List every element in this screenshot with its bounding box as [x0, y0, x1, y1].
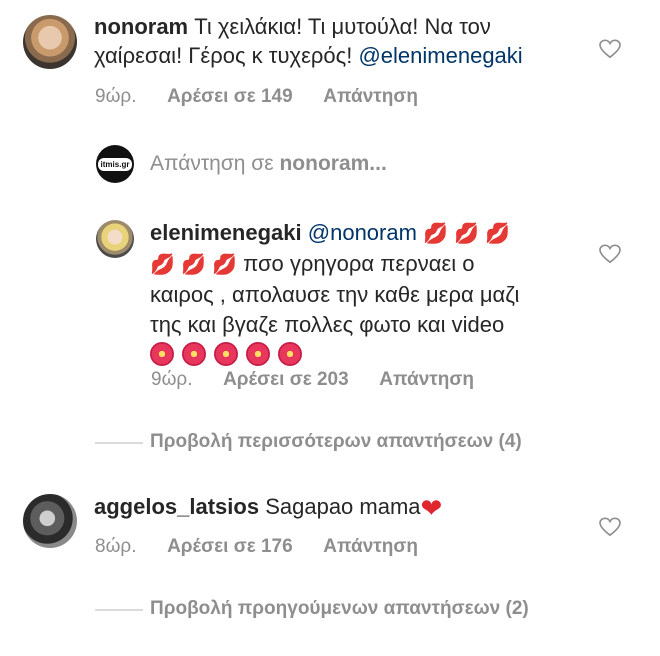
thread-divider [95, 609, 143, 611]
red-heart-emoji: ❤ [420, 493, 443, 523]
hibiscus-emoji [214, 342, 238, 366]
kiss-emoji: 💋 [212, 254, 237, 276]
hibiscus-emoji [246, 342, 270, 366]
reply-button[interactable]: Απάντηση [323, 86, 418, 107]
avatar-aggelos_latsios[interactable] [23, 494, 77, 548]
reply-text-line4: της και βγαζε πολλες φωτο και video [150, 312, 505, 337]
mention-elenimenegaki[interactable]: @elenimenegaki [358, 43, 522, 68]
hibiscus-emoji [150, 342, 174, 366]
view-previous-replies-link[interactable]: Προβολή προηγούμενων απαντήσεων (2) [150, 598, 529, 620]
kiss-emoji: 💋 [485, 223, 511, 245]
hibiscus-emoji [278, 342, 302, 366]
avatar-nonoram[interactable] [23, 15, 77, 69]
kiss-emoji: 💋 [150, 254, 175, 276]
reply-prompt-prefix: Απάντηση σε [150, 152, 274, 175]
comment-aggelos_latsios: aggelos_latsios Sagapao mama❤ [94, 492, 604, 523]
username-nonoram[interactable]: nonoram [94, 14, 188, 39]
avatar-current-user: itmis.gr [96, 145, 134, 183]
reply-meta-elenimenegaki: 9ώρ. Αρέσει σε 203 Απάντηση [151, 369, 500, 391]
reply-prompt-username: nonoram... [279, 152, 387, 175]
comment-meta-aggelos_latsios: 8ώρ. Αρέσει σε 176 Απάντηση [95, 536, 444, 558]
reply-button[interactable]: Απάντηση [379, 369, 474, 390]
timestamp: 8ώρ. [95, 536, 137, 557]
timestamp: 9ώρ. [151, 369, 193, 390]
thread-divider [95, 442, 143, 444]
reply-elenimenegaki: elenimenegaki @nonoram 💋 💋 💋 💋 💋 💋 πσο γ… [150, 218, 580, 370]
likes-count[interactable]: Αρέσει σε 149 [167, 86, 293, 107]
reply-text-line2: πσο γρηγορα περναει ο [243, 251, 475, 276]
like-heart-icon[interactable] [599, 244, 621, 264]
kiss-emoji: 💋 [454, 223, 479, 245]
timestamp: 9ώρ. [95, 86, 137, 107]
like-heart-icon[interactable] [599, 517, 621, 537]
likes-count[interactable]: Αρέσει σε 176 [167, 536, 293, 557]
username-aggelos_latsios[interactable]: aggelos_latsios [94, 494, 259, 519]
comment-nonoram: nonoram Τι χειλάκια! Τι μυτούλα! Να τον … [94, 12, 604, 70]
comment-meta-nonoram: 9ώρ. Αρέσει σε 149 Απάντηση [95, 86, 444, 108]
comment-text-line1: Τι χειλάκια! Τι μυτούλα! Να τον [194, 14, 491, 39]
like-heart-icon[interactable] [599, 39, 621, 59]
comment-text-line2: χαίρεσαι! Γέρος κ τυχερός! [94, 43, 353, 68]
likes-count[interactable]: Αρέσει σε 203 [223, 369, 349, 390]
comment-text: Sagapao mama [265, 494, 421, 519]
mention-nonoram[interactable]: @nonoram [308, 220, 417, 245]
kiss-emoji: 💋 [423, 223, 448, 245]
brand-logo: itmis.gr [97, 157, 133, 171]
kiss-emoji: 💋 [181, 254, 206, 276]
reply-input-prompt[interactable]: Απάντηση σε nonoram... [150, 152, 387, 176]
username-elenimenegaki[interactable]: elenimenegaki [150, 220, 302, 245]
view-more-replies-link[interactable]: Προβολή περισσότερων απαντήσεων (4) [150, 431, 522, 453]
avatar-elenimenegaki[interactable] [96, 220, 134, 258]
reply-text-line3: καιρος , απολαυσε την καθε μερα μαζι [150, 282, 520, 307]
hibiscus-emoji [182, 342, 206, 366]
reply-button[interactable]: Απάντηση [323, 536, 418, 557]
